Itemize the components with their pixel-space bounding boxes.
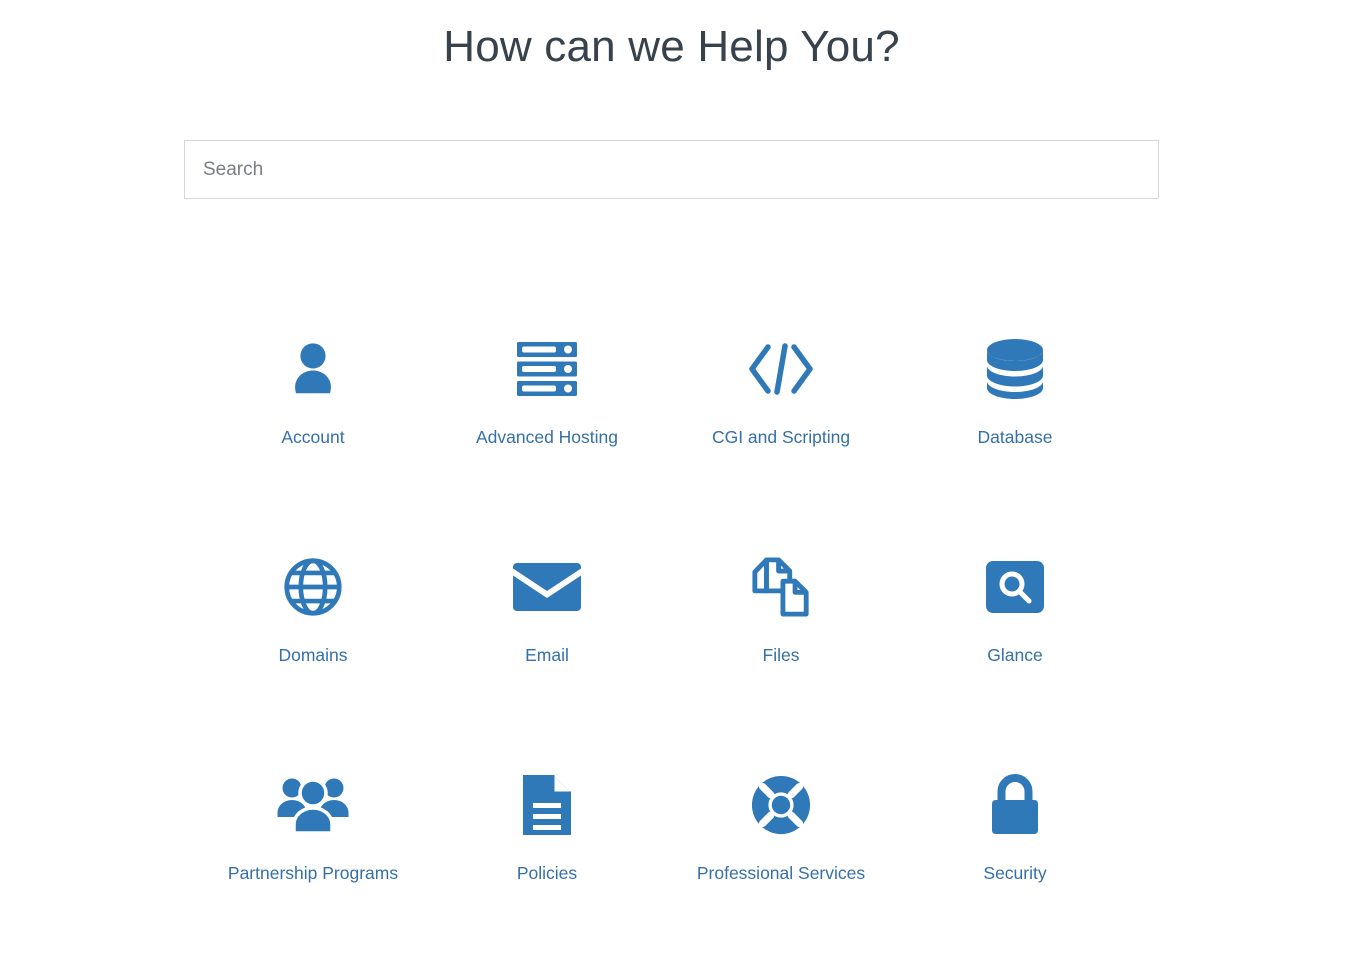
category-item-files[interactable]: Files <box>664 518 898 736</box>
category-label: Partnership Programs <box>227 863 399 883</box>
help-center-page: How can we Help You? Account <box>0 0 1365 883</box>
category-label: CGI and Scripting <box>711 427 851 447</box>
document-lines-icon <box>510 768 584 842</box>
envelope-icon <box>510 550 584 624</box>
category-item-domains[interactable]: Domains <box>196 518 430 736</box>
category-grid: Account Advanced Hosting CGI and Scripti… <box>196 300 1132 954</box>
category-item-account[interactable]: Account <box>196 300 430 518</box>
category-label: Glance <box>987 645 1043 665</box>
padlock-icon <box>978 768 1052 842</box>
documents-icon <box>744 550 818 624</box>
category-item-email[interactable]: Email <box>430 518 664 736</box>
code-brackets-icon <box>744 332 818 406</box>
category-item-policies[interactable]: Policies <box>430 736 664 954</box>
category-label: Domains <box>278 645 348 665</box>
category-item-glance[interactable]: Glance <box>898 518 1132 736</box>
search-input[interactable] <box>184 140 1159 199</box>
category-item-security[interactable]: Security <box>898 736 1132 954</box>
category-label: Account <box>281 427 345 447</box>
category-item-professional-services[interactable]: Professional Services <box>664 736 898 954</box>
database-cylinder-icon <box>978 332 1052 406</box>
server-rack-icon <box>510 332 584 406</box>
page-title: How can we Help You? <box>443 22 900 71</box>
category-label: Email <box>525 645 569 665</box>
globe-icon <box>276 550 350 624</box>
lifebuoy-icon <box>744 768 818 842</box>
category-item-advanced-hosting[interactable]: Advanced Hosting <box>430 300 664 518</box>
category-label: Database <box>977 427 1053 447</box>
person-icon <box>276 332 350 406</box>
category-label: Security <box>983 863 1047 883</box>
category-label: Policies <box>516 863 578 883</box>
category-label: Files <box>762 645 800 665</box>
category-item-database[interactable]: Database <box>898 300 1132 518</box>
category-label: Professional Services <box>696 863 866 883</box>
people-group-icon <box>276 768 350 842</box>
magnifier-square-icon <box>978 550 1052 624</box>
category-item-cgi-and-scripting[interactable]: CGI and Scripting <box>664 300 898 518</box>
category-label: Advanced Hosting <box>475 427 619 447</box>
category-item-partnership-programs[interactable]: Partnership Programs <box>196 736 430 954</box>
search-container <box>184 140 1159 199</box>
